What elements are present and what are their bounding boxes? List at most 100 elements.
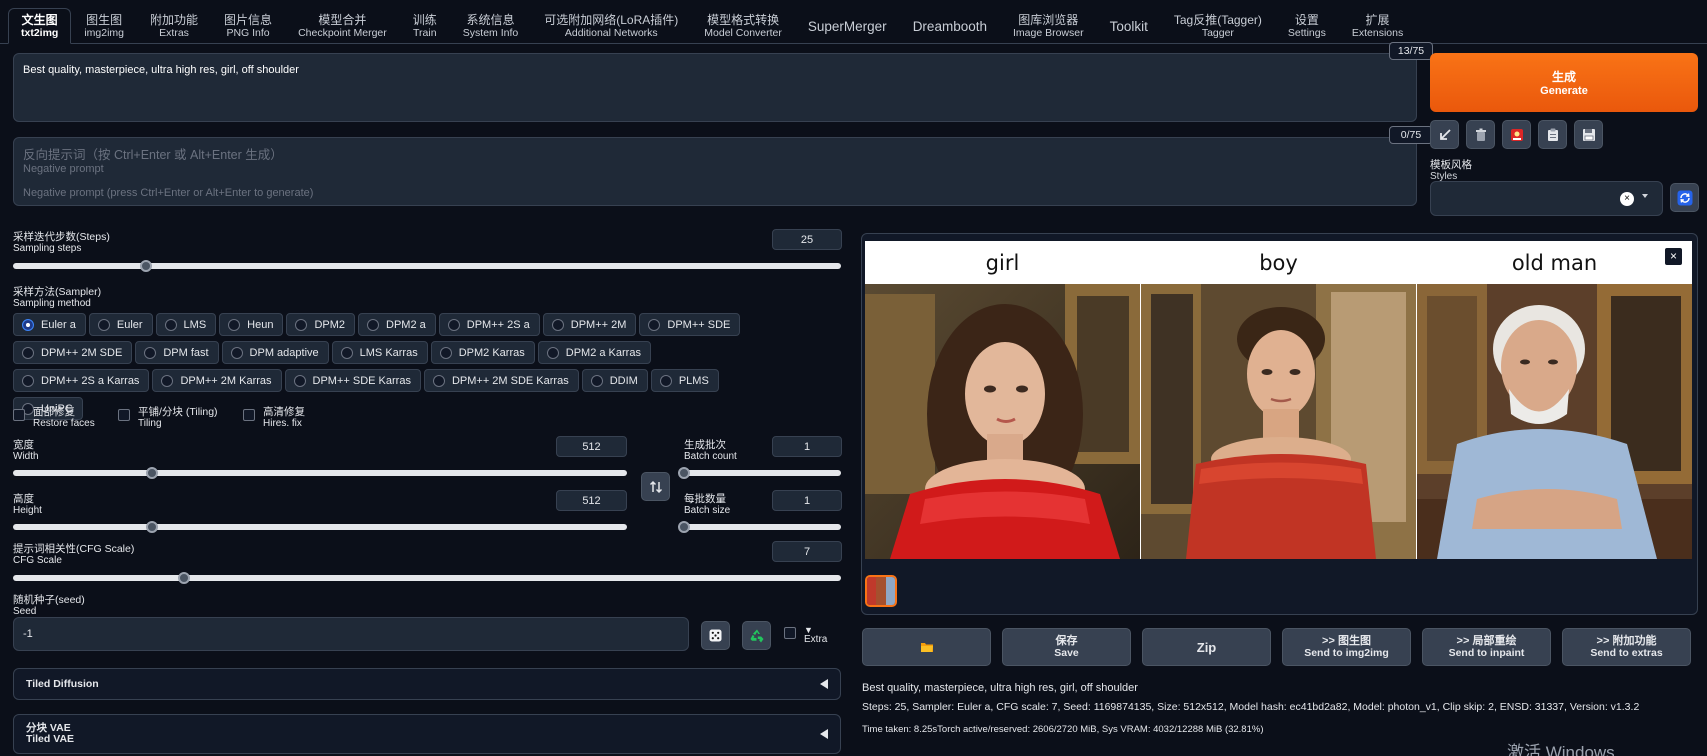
batch-count-slider[interactable] (678, 467, 841, 479)
tab-extensions[interactable]: 扩展 Extensions (1339, 8, 1416, 44)
radio-circle[interactable] (551, 318, 564, 331)
radio-circle[interactable] (648, 318, 661, 331)
radio-circle[interactable] (293, 374, 306, 387)
tiled-diffusion-accordion[interactable]: Tiled Diffusion (13, 668, 841, 700)
sampler-option-dpm2-karras[interactable]: DPM2 Karras (430, 341, 535, 364)
styles-dropdown[interactable]: × (1430, 181, 1663, 216)
batch-count-slider-handle[interactable] (678, 467, 690, 479)
sampler-option-dpm-sde-karras[interactable]: DPM++ SDE Karras (284, 369, 421, 392)
generated-image-boy[interactable] (1141, 284, 1416, 559)
clear-prompt-button[interactable] (1466, 120, 1495, 149)
sampler-option-euler-a[interactable]: Euler a (13, 313, 86, 336)
tab-settings[interactable]: 设置 Settings (1275, 8, 1339, 44)
gallery-thumbnail[interactable] (865, 575, 897, 607)
tab-additional-networks[interactable]: 可选附加网络(LoRA插件) Additional Networks (531, 8, 691, 44)
tab-extras[interactable]: 附加功能 Extras (137, 8, 211, 44)
image-grid[interactable]: girl boy old man × (865, 241, 1692, 559)
sampler-option-dpm2-a-karras[interactable]: DPM2 a Karras (537, 341, 651, 364)
radio-circle[interactable] (590, 374, 603, 387)
generated-image-old-man[interactable] (1417, 284, 1692, 559)
batch-size-slider-handle[interactable] (678, 521, 690, 533)
radio-circle[interactable] (97, 318, 110, 331)
sampler-option-dpm-2m-sde[interactable]: DPM++ 2M SDE (13, 341, 133, 364)
sampler-option-euler[interactable]: Euler (88, 313, 153, 336)
batch-size-slider[interactable] (678, 521, 841, 533)
sampler-option-dpm-2m-sde-karras[interactable]: DPM++ 2M SDE Karras (423, 369, 579, 392)
sampler-option-plms[interactable]: PLMS (650, 369, 719, 392)
radio-circle[interactable] (22, 318, 34, 331)
extra-seed-checkbox[interactable]: ▼ Extra (784, 625, 827, 645)
height-slider[interactable] (13, 521, 627, 533)
sampler-option-dpm-sde[interactable]: DPM++ SDE (639, 313, 741, 336)
radio-circle[interactable] (546, 346, 559, 359)
cfg-slider-handle[interactable] (178, 572, 191, 584)
batch-size-number-input[interactable]: 1 (772, 490, 842, 511)
radio-circle[interactable] (367, 318, 380, 331)
tiled-vae-accordion[interactable]: 分块 VAE Tiled VAE (13, 714, 841, 754)
send-to-inpaint-button[interactable]: >> 局部重绘 Send to inpaint (1422, 628, 1551, 666)
cfg-number-input[interactable]: 7 (772, 541, 842, 562)
radio-circle[interactable] (22, 374, 34, 387)
radio-circle[interactable] (161, 374, 174, 387)
negative-prompt-input[interactable]: 反向提示词（按 Ctrl+Enter 或 Alt+Enter 生成） Negat… (13, 137, 1417, 206)
radio-circle[interactable] (144, 346, 157, 359)
radio-circle[interactable] (659, 374, 672, 387)
prompt-input[interactable]: Best quality, masterpiece, ultra high re… (13, 53, 1417, 122)
read-params-button[interactable] (1430, 120, 1459, 149)
steps-slider-handle[interactable] (140, 260, 153, 272)
seed-input[interactable]: -1 (13, 617, 689, 651)
restore-faces-box[interactable] (13, 409, 25, 421)
random-seed-button[interactable] (701, 621, 730, 650)
tiling-box[interactable] (118, 409, 130, 421)
tab-dreambooth[interactable]: Dreambooth (900, 8, 1000, 44)
tiling-checkbox[interactable]: 平铺/分块 (Tiling) Tiling (118, 407, 218, 429)
cfg-slider[interactable] (13, 572, 841, 584)
radio-circle[interactable] (340, 346, 353, 359)
send-to-img2img-button[interactable]: >> 图生图 Send to img2img (1282, 628, 1411, 666)
radio-circle[interactable] (295, 318, 308, 331)
apply-style-button[interactable] (1538, 120, 1567, 149)
close-preview-button[interactable]: × (1664, 247, 1683, 266)
restore-faces-checkbox[interactable]: 面部修复 Restore faces (13, 407, 95, 429)
clear-styles-icon[interactable]: × (1620, 192, 1634, 206)
sampler-option-dpm-2s-a-karras[interactable]: DPM++ 2S a Karras (13, 369, 150, 392)
radio-circle[interactable] (22, 346, 34, 359)
steps-slider[interactable] (13, 260, 841, 272)
sampler-option-dpm-2m[interactable]: DPM++ 2M (542, 313, 637, 336)
hires-fix-box[interactable] (243, 409, 255, 421)
zip-button[interactable]: Zip (1142, 628, 1271, 666)
width-number-input[interactable]: 512 (556, 436, 627, 457)
height-slider-handle[interactable] (145, 521, 158, 533)
radio-circle[interactable] (164, 318, 177, 331)
tab-model-converter[interactable]: 模型格式转换 Model Converter (691, 8, 795, 44)
generate-button[interactable]: 生成 Generate (1430, 53, 1698, 112)
radio-circle[interactable] (228, 318, 241, 331)
batch-count-number-input[interactable]: 1 (772, 436, 842, 457)
tab-tagger[interactable]: Tag反推(Tagger) Tagger (1161, 8, 1275, 44)
extra-networks-button[interactable] (1502, 120, 1531, 149)
send-to-extras-button[interactable]: >> 附加功能 Send to extras (1562, 628, 1691, 666)
radio-circle[interactable] (447, 318, 460, 331)
radio-circle[interactable] (230, 346, 243, 359)
sampler-option-dpm-2m-karras[interactable]: DPM++ 2M Karras (152, 369, 282, 392)
tab-txt2img[interactable]: 文生图 txt2img (8, 8, 72, 44)
swap-dimensions-button[interactable] (641, 472, 670, 501)
collapse-arrow-icon[interactable] (820, 729, 828, 739)
open-folder-button[interactable] (862, 628, 991, 666)
tab-png-info[interactable]: 图片信息 PNG Info (211, 8, 285, 44)
radio-circle[interactable] (439, 346, 452, 359)
collapse-arrow-icon[interactable] (820, 679, 828, 689)
hires-fix-checkbox[interactable]: 高清修复 Hires. fix (243, 407, 305, 429)
width-slider[interactable] (13, 467, 627, 479)
sampler-option-dpm-2s-a[interactable]: DPM++ 2S a (438, 313, 540, 336)
tab-img2img[interactable]: 图生图 img2img (71, 8, 137, 44)
tab-checkpoint-merger[interactable]: 模型合并 Checkpoint Merger (285, 8, 400, 44)
tab-toolkit[interactable]: Toolkit (1097, 8, 1161, 44)
sampler-option-dpm-adaptive[interactable]: DPM adaptive (221, 341, 329, 364)
sampler-option-lms[interactable]: LMS (155, 313, 217, 336)
chevron-down-icon[interactable] (1642, 194, 1648, 198)
sampler-option-dpm-fast[interactable]: DPM fast (135, 341, 219, 364)
sampler-option-lms-karras[interactable]: LMS Karras (331, 341, 428, 364)
tab-system-info[interactable]: 系统信息 System Info (450, 8, 531, 44)
sampler-option-ddim[interactable]: DDIM (581, 369, 648, 392)
